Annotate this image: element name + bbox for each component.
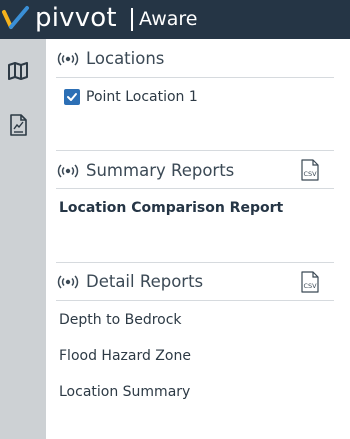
csv-label: CSV [303, 170, 317, 178]
detail-reports-header: Detail Reports [56, 272, 203, 291]
sidebar [0, 39, 46, 439]
product-name: Aware [139, 8, 198, 30]
brand-divider [131, 8, 133, 31]
map-icon [8, 62, 28, 80]
csv-export-icon[interactable]: CSV [300, 159, 320, 181]
broadcast-icon [57, 51, 79, 66]
summary-reports-title: Summary Reports [86, 161, 235, 180]
divider [56, 150, 334, 151]
detail-report-link[interactable]: Depth to Bedrock [59, 312, 182, 328]
broadcast-icon [57, 163, 79, 178]
top-bar: pivvot Aware [0, 0, 350, 39]
csv-export-icon[interactable]: CSV [300, 271, 320, 293]
layers-panel: Locations Point Location 1 Summary Repor… [46, 39, 350, 439]
divider [56, 300, 334, 301]
location-label: Point Location 1 [86, 89, 198, 105]
pivvot-logo-icon [2, 6, 29, 29]
summary-report-link[interactable]: Location Comparison Report [59, 200, 283, 216]
checkmark-icon [67, 93, 77, 101]
summary-reports-header: Summary Reports [56, 161, 234, 180]
location-item[interactable]: Point Location 1 [64, 89, 198, 105]
divider [56, 262, 334, 263]
locations-header: Locations [56, 49, 164, 68]
csv-label: CSV [303, 282, 317, 290]
divider [56, 188, 334, 189]
location-checkbox[interactable] [64, 89, 80, 105]
brand-name: pivvot [35, 3, 117, 33]
detail-report-link[interactable]: Flood Hazard Zone [59, 348, 191, 364]
locations-title: Locations [86, 49, 165, 68]
report-button[interactable] [0, 107, 36, 143]
detail-reports-title: Detail Reports [86, 272, 204, 291]
broadcast-icon [57, 274, 79, 289]
divider [56, 77, 334, 78]
map-button[interactable] [0, 53, 36, 89]
report-icon [10, 114, 27, 136]
detail-report-link[interactable]: Location Summary [59, 384, 190, 400]
